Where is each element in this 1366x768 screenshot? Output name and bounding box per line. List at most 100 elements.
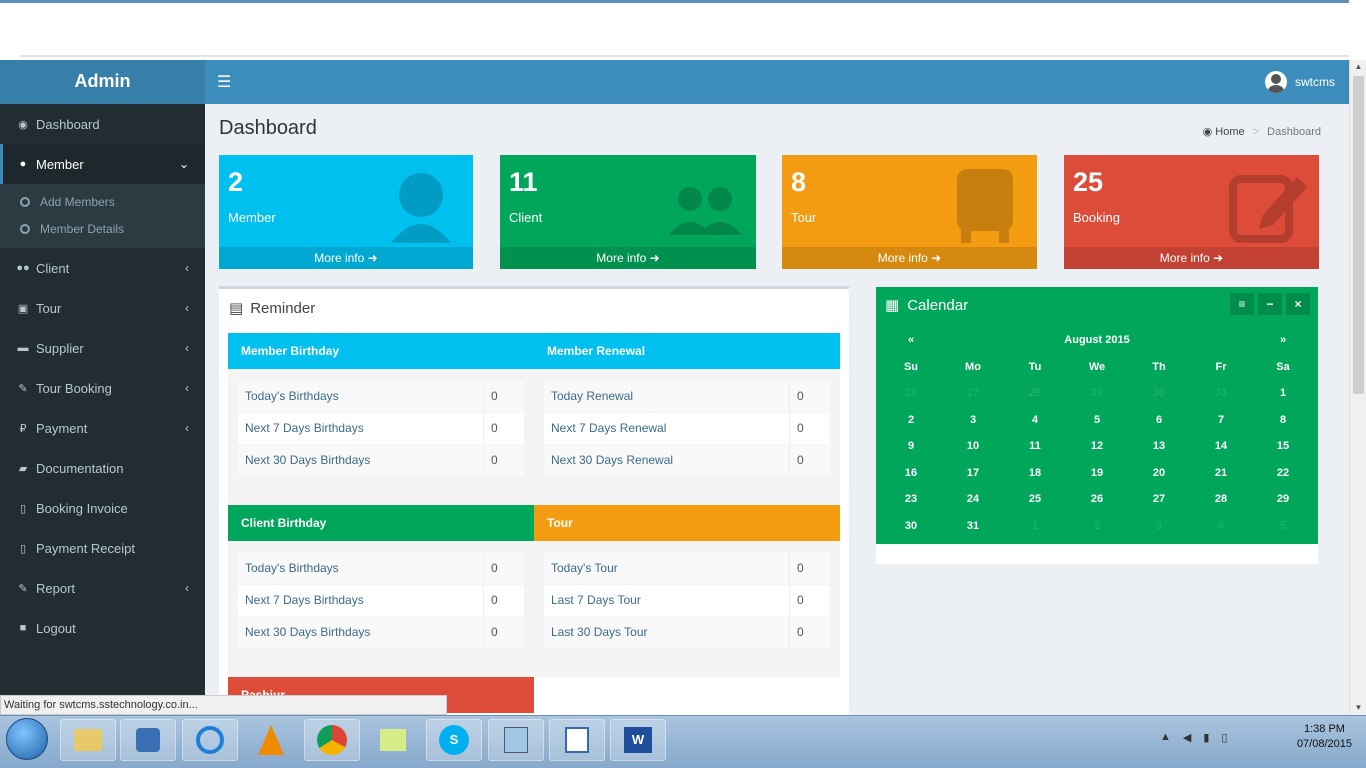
- document-viewer-taskbar-icon[interactable]: [549, 719, 605, 761]
- calendar-day[interactable]: 14: [1190, 433, 1252, 460]
- calendar-day[interactable]: 29: [1066, 380, 1128, 407]
- sidebar-item-tour[interactable]: ▣ Tour ‹: [0, 288, 205, 328]
- calendar-day[interactable]: 28: [1004, 380, 1066, 407]
- calendar-day[interactable]: 2: [880, 407, 942, 434]
- menu-toggle-icon[interactable]: ☰: [217, 72, 231, 92]
- calendar-day[interactable]: 26: [1066, 486, 1128, 513]
- calendar-day[interactable]: 10: [942, 433, 1004, 460]
- calendar-day[interactable]: 8: [1252, 407, 1314, 434]
- chevron-left-icon: ‹: [185, 421, 189, 435]
- calendar-day[interactable]: 25: [1004, 486, 1066, 513]
- network-icon[interactable]: ▮: [1203, 731, 1209, 744]
- internet-explorer-taskbar-icon[interactable]: [182, 719, 238, 761]
- sticky-notes-taskbar-icon[interactable]: [365, 719, 421, 761]
- edit-icon: [1229, 175, 1307, 243]
- chrome-taskbar-icon[interactable]: [304, 719, 360, 761]
- minimize-icon[interactable]: −: [1258, 293, 1282, 315]
- list-item: Next 30 Days Birthdays 0: [238, 445, 524, 476]
- menu-icon[interactable]: ≡: [1230, 293, 1254, 315]
- calendar-day[interactable]: 17: [942, 460, 1004, 487]
- sidebar-item-payment-receipt[interactable]: ▯ Payment Receipt: [0, 528, 205, 568]
- start-button[interactable]: [6, 718, 48, 760]
- calendar-day[interactable]: 20: [1128, 460, 1190, 487]
- media-player-taskbar-icon[interactable]: [120, 719, 176, 761]
- calendar-day[interactable]: 4: [1004, 407, 1066, 434]
- sidebar-item-client[interactable]: ●● Client ‹: [0, 248, 205, 288]
- vlc-taskbar-icon[interactable]: [243, 719, 299, 761]
- sidebar-item-payment[interactable]: ₽ Payment ‹: [0, 408, 205, 448]
- taskbar: S W ▲ ◀ ▮ ▯ 1:38 PM 07/08/2015: [0, 715, 1366, 768]
- sidebar-item-documentation[interactable]: ▰ Documentation: [0, 448, 205, 488]
- sidebar-subitem-member-details[interactable]: Member Details: [0, 215, 205, 242]
- calendar-day[interactable]: 16: [880, 460, 942, 487]
- calendar-day[interactable]: 5: [1252, 513, 1314, 540]
- sidebar-item-dashboard[interactable]: ◉ Dashboard: [0, 104, 205, 144]
- vertical-scrollbar[interactable]: ▲ ▼: [1349, 60, 1366, 715]
- calendar-day[interactable]: 19: [1066, 460, 1128, 487]
- calendar-day[interactable]: 27: [1128, 486, 1190, 513]
- more-info-link[interactable]: More info ➜: [219, 247, 473, 269]
- clock-date: 07/08/2015: [1296, 738, 1352, 750]
- browser-divider: [20, 55, 1349, 57]
- calendar-day[interactable]: 11: [1004, 433, 1066, 460]
- calendar-day[interactable]: 29: [1252, 486, 1314, 513]
- calendar-day[interactable]: 27: [942, 380, 1004, 407]
- sidebar-item-booking-invoice[interactable]: ▯ Booking Invoice: [0, 488, 205, 528]
- more-info-link[interactable]: More info ➜: [500, 247, 756, 269]
- car-icon: ▬: [17, 342, 29, 354]
- more-info-link[interactable]: More info ➜: [1064, 247, 1319, 269]
- calendar-day[interactable]: 31: [1190, 380, 1252, 407]
- more-info-link[interactable]: More info ➜: [782, 247, 1037, 269]
- calendar-day[interactable]: 23: [880, 486, 942, 513]
- avatar[interactable]: [1265, 71, 1287, 93]
- calendar-day[interactable]: 24: [942, 486, 1004, 513]
- calendar-day[interactable]: 12: [1066, 433, 1128, 460]
- close-icon[interactable]: ×: [1286, 293, 1310, 315]
- calendar-day[interactable]: 4: [1190, 513, 1252, 540]
- sidebar-item-supplier[interactable]: ▬ Supplier ‹: [0, 328, 205, 368]
- explorer-taskbar-icon[interactable]: [60, 719, 116, 761]
- calendar-day[interactable]: 5: [1066, 407, 1128, 434]
- sidebar-item-report[interactable]: ✎ Report ‹: [0, 568, 205, 608]
- calendar-day[interactable]: 3: [942, 407, 1004, 434]
- show-hidden-icons-icon[interactable]: ▲: [1160, 731, 1171, 744]
- sidebar-item-tour-booking[interactable]: ✎ Tour Booking ‹: [0, 368, 205, 408]
- calendar-day[interactable]: 22: [1252, 460, 1314, 487]
- app-logo[interactable]: Admin: [0, 60, 205, 104]
- skype-taskbar-icon[interactable]: S: [426, 719, 482, 761]
- month-label[interactable]: August 2015: [942, 327, 1252, 354]
- sidebar-item-logout[interactable]: ■ Logout: [0, 608, 205, 648]
- calendar-day[interactable]: 30: [1128, 380, 1190, 407]
- clock[interactable]: 1:38 PM 07/08/2015: [1297, 722, 1352, 752]
- calendar-day[interactable]: 18: [1004, 460, 1066, 487]
- scroll-down-icon[interactable]: ▼: [1350, 701, 1366, 715]
- next-month-button[interactable]: »: [1252, 327, 1314, 354]
- scrollbar-thumb[interactable]: [1353, 76, 1364, 394]
- prev-month-button[interactable]: «: [880, 327, 942, 354]
- calendar-day[interactable]: 13: [1128, 433, 1190, 460]
- calendar-day[interactable]: 1: [1004, 513, 1066, 540]
- battery-icon[interactable]: ▯: [1221, 731, 1227, 744]
- calendar-day[interactable]: 6: [1128, 407, 1190, 434]
- calendar-day[interactable]: 21: [1190, 460, 1252, 487]
- sidebar-subitem-add-members[interactable]: Add Members: [0, 188, 205, 215]
- lock-icon: ■: [19, 622, 27, 634]
- calendar-day[interactable]: 2: [1066, 513, 1128, 540]
- calendar-day[interactable]: 15: [1252, 433, 1314, 460]
- breadcrumb-home[interactable]: Home: [1215, 126, 1244, 138]
- word-taskbar-icon[interactable]: W: [610, 719, 666, 761]
- user-menu[interactable]: swtcms: [1265, 71, 1335, 93]
- volume-muted-icon[interactable]: ◀: [1183, 731, 1191, 744]
- calendar-day[interactable]: 28: [1190, 486, 1252, 513]
- calendar-day[interactable]: 26: [880, 380, 942, 407]
- calendar-day[interactable]: 30: [880, 513, 942, 540]
- calendar-day[interactable]: 9: [880, 433, 942, 460]
- notepad-taskbar-icon[interactable]: [488, 719, 544, 761]
- calendar-day[interactable]: 1: [1252, 380, 1314, 407]
- calendar-day[interactable]: 3: [1128, 513, 1190, 540]
- username[interactable]: swtcms: [1295, 75, 1335, 89]
- calendar-day[interactable]: 7: [1190, 407, 1252, 434]
- calendar-day[interactable]: 31: [942, 513, 1004, 540]
- scroll-up-icon[interactable]: ▲: [1350, 60, 1366, 74]
- sidebar-item-member[interactable]: ● Member ⌄: [0, 144, 205, 184]
